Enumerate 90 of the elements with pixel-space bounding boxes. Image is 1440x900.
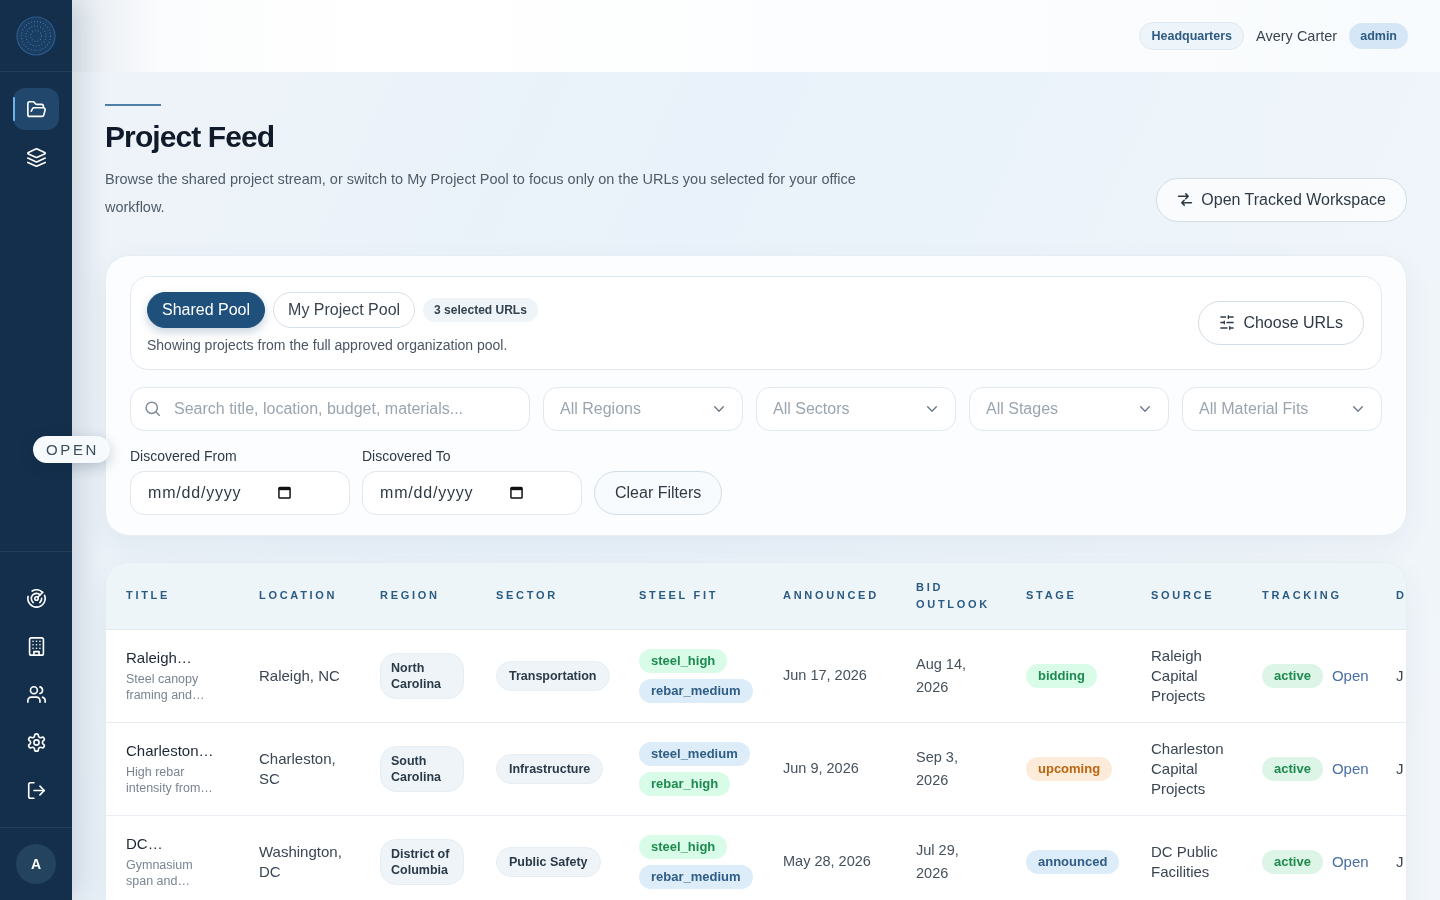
page-title: Project Feed bbox=[105, 119, 276, 154]
project-title[interactable]: Raleigh… bbox=[126, 648, 225, 668]
pool-tab[interactable]: My Project Pool bbox=[273, 291, 416, 328]
table-cell: J bbox=[1381, 629, 1406, 722]
table-cell: DC Public Facilities bbox=[1131, 815, 1242, 900]
clear-filters-button[interactable]: Clear Filters bbox=[594, 470, 723, 515]
pool-note: Showing projects from the full approved organization pool. bbox=[147, 335, 509, 354]
tracking-badge: active bbox=[1262, 849, 1323, 874]
layers-icon bbox=[26, 147, 46, 167]
chevron-down-icon bbox=[1353, 405, 1363, 412]
chevron-down-icon bbox=[714, 405, 724, 412]
fit-tag: rebar_medium bbox=[639, 864, 753, 889]
project-summary: High rebar intensity from… bbox=[126, 764, 214, 796]
fit-tag: rebar_high bbox=[639, 771, 731, 796]
fit-tag: steel_high bbox=[639, 648, 728, 673]
project-title[interactable]: DC… bbox=[126, 834, 225, 854]
tracking-badge: active bbox=[1262, 756, 1323, 781]
chevron-down-icon bbox=[927, 405, 937, 412]
table-cell: Raleigh, NC bbox=[239, 629, 360, 722]
table-cell: Aug 14, 2026 bbox=[896, 629, 1006, 722]
users-icon bbox=[26, 684, 46, 704]
nav-button[interactable] bbox=[13, 88, 59, 130]
stage-badge: upcoming bbox=[1026, 756, 1113, 781]
radar-icon bbox=[26, 588, 46, 608]
region-tag: North Carolina bbox=[380, 652, 464, 699]
column-header: TITLE bbox=[106, 562, 239, 629]
panel-toggle[interactable]: OPEN bbox=[33, 436, 110, 463]
table-cell: Charleston, SC bbox=[239, 722, 360, 815]
date-field[interactable]: mm/dd/yyyy bbox=[362, 470, 582, 515]
column-header: STAGE bbox=[1006, 562, 1131, 629]
user-name: Avery Carter bbox=[1256, 28, 1338, 44]
building-icon bbox=[26, 636, 46, 656]
sliders-icon bbox=[1219, 315, 1236, 330]
table-cell: Charleston Capital Projects bbox=[1131, 722, 1242, 815]
sector-tag: Infrastructure bbox=[496, 753, 604, 784]
column-header: LOCATION bbox=[239, 562, 360, 629]
project-summary: Steel canopy framing and… bbox=[126, 671, 206, 703]
swap-arrows-icon bbox=[1177, 192, 1194, 207]
chevron-down-icon bbox=[1140, 405, 1150, 412]
stage-badge: announced bbox=[1026, 849, 1120, 874]
project-summary: Gymnasium span and… bbox=[126, 857, 194, 889]
column-header: ANNOUNCED bbox=[763, 562, 896, 629]
open-link[interactable]: Open bbox=[1331, 853, 1369, 870]
table-cell: Washington, DC bbox=[239, 815, 360, 900]
column-header: TRACKING bbox=[1242, 562, 1381, 629]
user-avatar[interactable]: A bbox=[16, 844, 56, 884]
fit-tag: steel_high bbox=[639, 834, 728, 859]
table-cell: J bbox=[1381, 815, 1406, 900]
column-header: REGION bbox=[360, 562, 476, 629]
calendar-icon bbox=[510, 485, 523, 499]
settings-icon bbox=[26, 732, 46, 752]
region-tag: District of Columbia bbox=[380, 838, 464, 885]
date-label: Discovered From bbox=[130, 447, 238, 464]
pool-tab[interactable]: Shared Pool bbox=[147, 291, 266, 328]
table-cell: J bbox=[1381, 722, 1406, 815]
date-label: Discovered To bbox=[362, 447, 452, 464]
open-workspace-button[interactable]: Open Tracked Workspace bbox=[1156, 177, 1407, 222]
logo-icon bbox=[16, 15, 56, 56]
column-header: SECTOR bbox=[476, 562, 619, 629]
fit-tag: rebar_medium bbox=[639, 678, 753, 703]
folder-icon bbox=[26, 99, 46, 119]
project-title[interactable]: Charleston… bbox=[126, 741, 225, 761]
choose-urls-button[interactable]: Choose URLs bbox=[1198, 300, 1364, 345]
region-tag: South Carolina bbox=[380, 745, 464, 792]
calendar-icon bbox=[278, 485, 291, 499]
sector-tag: Public Safety bbox=[496, 846, 601, 877]
table-cell: Sep 3, 2026 bbox=[896, 722, 1006, 815]
table-cell: May 28, 2026 bbox=[763, 815, 896, 900]
column-header: STEEL FIT bbox=[619, 562, 763, 629]
sector-tag: Transportation bbox=[496, 660, 610, 691]
open-link[interactable]: Open bbox=[1331, 667, 1369, 684]
table-cell: Jun 9, 2026 bbox=[763, 722, 896, 815]
column-header: BID OUTLOOK bbox=[896, 562, 1006, 629]
search-icon bbox=[145, 401, 160, 416]
table-cell: Jun 17, 2026 bbox=[763, 629, 896, 722]
column-header: D bbox=[1381, 562, 1406, 629]
page-description: Browse the shared project stream, or switch to My Project Pool to focus only on the URLs you selected for your office workflow. bbox=[105, 169, 857, 217]
tracking-badge: active bbox=[1262, 663, 1323, 688]
role-badge: admin bbox=[1349, 23, 1408, 49]
logout-icon bbox=[26, 780, 46, 800]
table-cell: Jul 29, 2026 bbox=[896, 815, 1006, 900]
column-header: SOURCE bbox=[1131, 562, 1242, 629]
date-field[interactable]: mm/dd/yyyy bbox=[130, 470, 350, 515]
fit-tag: steel_medium bbox=[639, 741, 750, 766]
stage-badge: bidding bbox=[1026, 663, 1097, 688]
table-cell: Raleigh Capital Projects bbox=[1131, 629, 1242, 722]
search-field[interactable]: Search title, location, budget, materials... bbox=[130, 386, 530, 431]
open-link[interactable]: Open bbox=[1331, 760, 1369, 777]
selection-count-badge: 3 selected URLs bbox=[423, 297, 538, 322]
office-badge: Headquarters bbox=[1139, 22, 1245, 50]
